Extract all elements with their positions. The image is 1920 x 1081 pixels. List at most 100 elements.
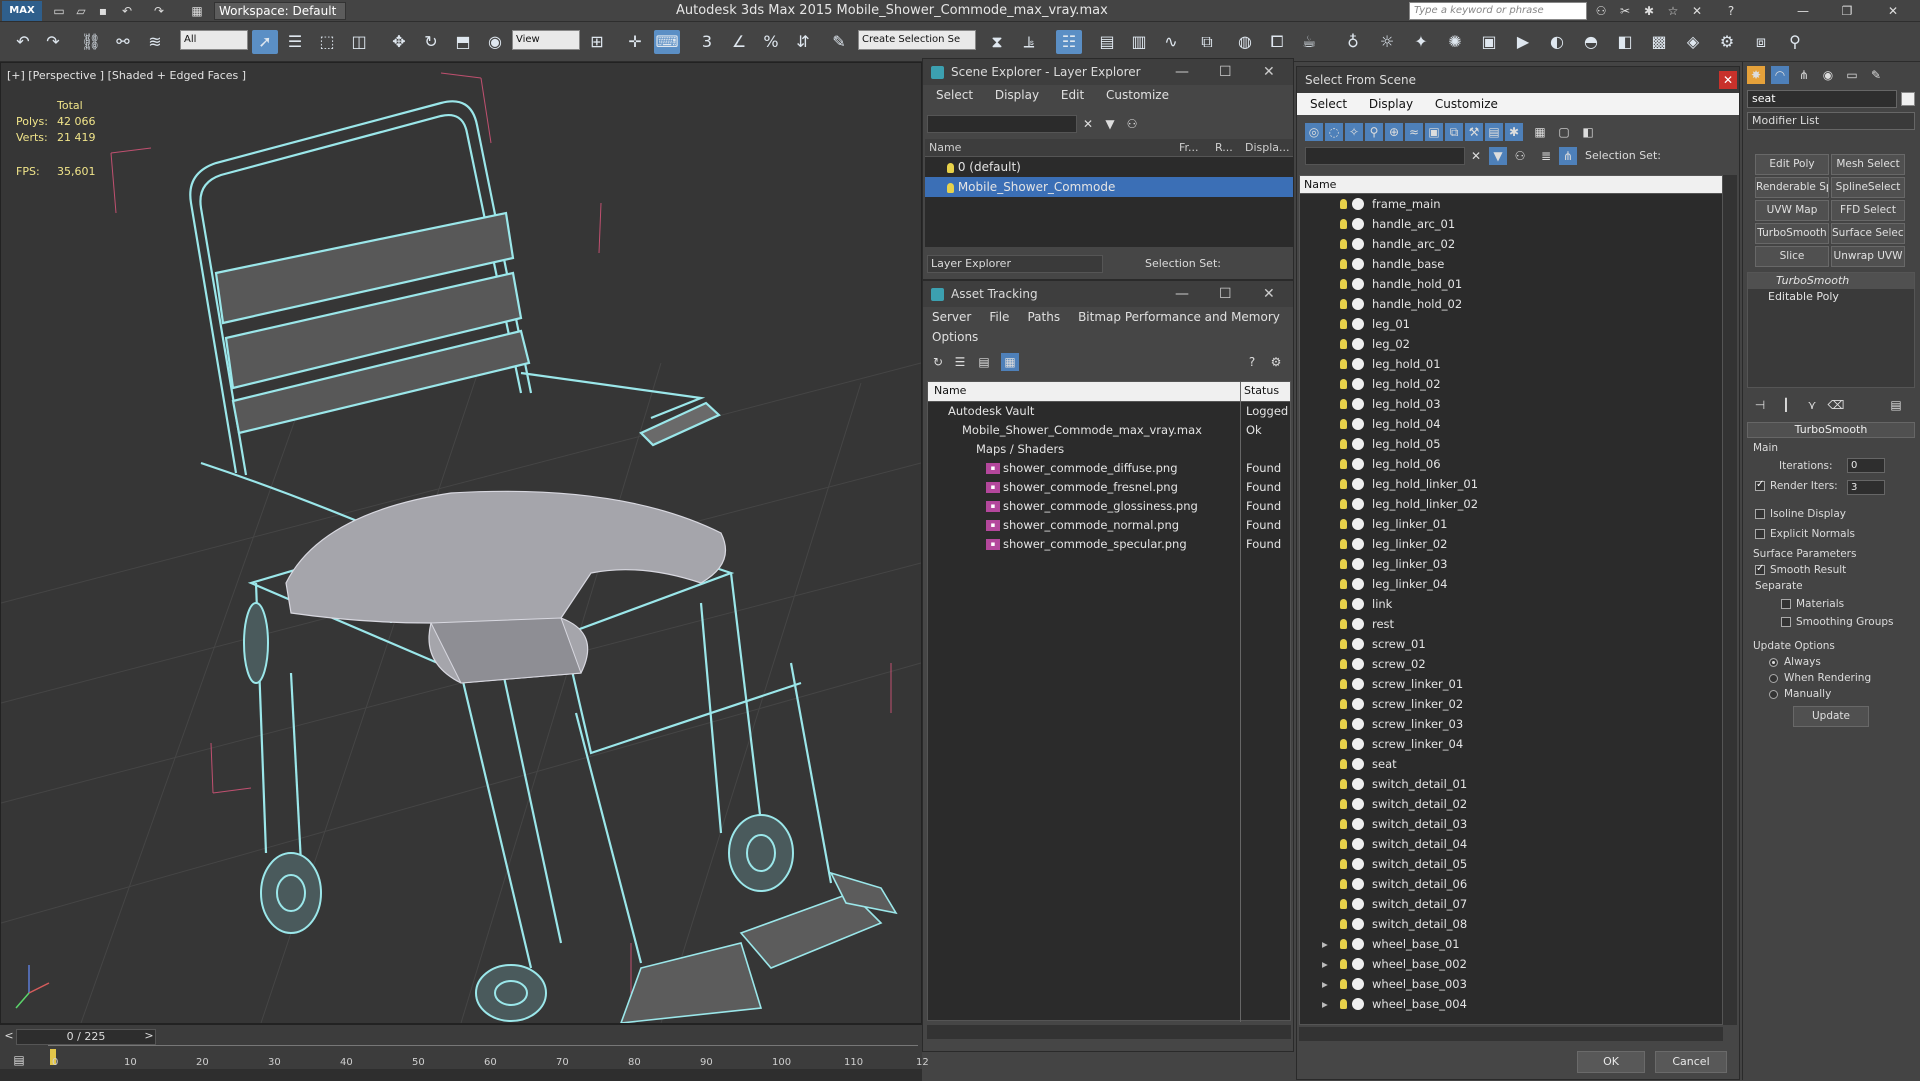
object-name-input[interactable]: seat [1747,90,1897,108]
asset-row[interactable]: ▪ shower_commode_fresnel.png Found [928,478,1290,497]
menu-paths[interactable]: Paths [1018,310,1069,324]
menu-server[interactable]: Server [923,310,980,324]
keyboard-shortcut-override-icon[interactable]: ⌨ [654,30,680,54]
select-from-scene-titlebar[interactable]: Select From Scene ✕ [1297,67,1739,93]
schematic-view-icon[interactable]: ⧉ [1194,30,1220,54]
undo-icon[interactable]: ↶ [10,30,36,54]
iterations-spinner[interactable]: 0 [1847,458,1885,473]
lightbulb-icon[interactable] [1340,479,1347,489]
select-manipulate-icon[interactable]: ✛ [622,30,648,54]
frame-counter[interactable]: 0 / 225 [16,1029,156,1045]
lightbulb-icon[interactable] [1340,859,1347,869]
vray-dome-icon[interactable]: ◓ [1578,30,1604,54]
mesh-select-button[interactable]: Mesh Select [1831,154,1905,175]
rotate-icon[interactable]: ↻ [418,30,444,54]
edit-named-selection-icon[interactable]: ✎ [826,30,852,54]
object-list-item[interactable]: switch_detail_06 [1300,874,1722,894]
object-list-item[interactable]: switch_detail_07 [1300,894,1722,914]
expand-arrow-icon[interactable]: ▸ [1322,974,1328,994]
lightbulb-icon[interactable] [1340,619,1347,629]
render-iters-checkbox[interactable] [1755,479,1765,491]
display-shapes-icon[interactable]: ◌ [1325,123,1343,141]
subscription-icon[interactable]: ✱ [1640,2,1658,20]
ok-button[interactable]: OK [1577,1051,1645,1073]
restore-icon[interactable]: ❐ [1838,2,1856,20]
layer-explorer-dropdown[interactable]: Layer Explorer [927,255,1103,273]
vray-sun-icon[interactable]: ☼ [1374,30,1400,54]
display-none-icon[interactable]: ▢ [1555,123,1573,141]
lightbulb-icon[interactable] [1340,559,1347,569]
asset-row[interactable]: ▪ shower_commode_specular.png Found [928,535,1290,554]
lightbulb-icon[interactable] [1340,539,1347,549]
lightbulb-icon[interactable] [1340,599,1347,609]
display-cameras-icon[interactable]: ⚲ [1365,123,1383,141]
cancel-button[interactable]: Cancel [1655,1051,1727,1073]
stack-item-turbosmooth[interactable]: TurboSmooth [1748,273,1914,289]
asset-row[interactable]: ▪ shower_commode_glossiness.png Found [928,497,1290,516]
lightbulb-icon[interactable] [947,182,954,193]
menu-customize[interactable]: Customize [1097,88,1178,102]
object-list-item[interactable]: handle_hold_02 [1300,294,1722,314]
edit-poly-button[interactable]: Edit Poly [1755,154,1829,175]
workspace-dropdown[interactable]: Workspace: Default [214,2,346,20]
display-helpers-icon[interactable]: ⊕ [1385,123,1403,141]
object-list-item[interactable]: handle_hold_01 [1300,274,1722,294]
lightbulb-icon[interactable] [1340,459,1347,469]
object-list-item[interactable]: leg_hold_linker_02 [1300,494,1722,514]
object-list-item[interactable]: leg_hold_04 [1300,414,1722,434]
lightbulb-icon[interactable] [1340,299,1347,309]
close-icon[interactable]: ✕ [1263,281,1275,307]
layer-row-selected[interactable]: Mobile_Shower_Commode [925,177,1293,197]
tools-icon[interactable]: ✂ [1616,2,1634,20]
list-view-icon[interactable]: ☰ [951,353,969,371]
manually-radio[interactable] [1769,689,1778,699]
snaps-toggle-icon[interactable]: 3 [694,30,720,54]
hierarchy-tab-icon[interactable]: ⋔ [1795,66,1813,84]
materials-checkbox[interactable] [1781,599,1791,609]
render-setup-icon[interactable]: ⧠ [1264,30,1290,54]
remove-modifier-icon[interactable]: ⌫ [1827,396,1845,414]
col-status[interactable]: Status [1244,382,1279,400]
select-object-icon[interactable]: ➚ [252,30,278,54]
object-list-item[interactable]: leg_02 [1300,334,1722,354]
object-list-item[interactable]: switch_detail_08 [1300,914,1722,934]
pivot-icon[interactable]: ⊞ [584,30,610,54]
spinner-snap-icon[interactable]: ⇵ [790,30,816,54]
isoline-checkbox[interactable] [1755,509,1765,519]
display-geometry-icon[interactable]: ◎ [1305,123,1323,141]
display-xrefs-icon[interactable]: ⧉ [1445,123,1463,141]
vray-frame-buffer-icon[interactable]: ⧈ [1748,30,1774,54]
exchange-icon[interactable]: ✕ [1688,2,1706,20]
mirror-icon[interactable]: ⧗ [984,30,1010,54]
renderable-spline-button[interactable]: Renderable Spline [1755,177,1829,198]
vray-plane-icon[interactable]: ◧ [1612,30,1638,54]
lightbulb-icon[interactable] [1340,579,1347,589]
find-input[interactable] [1305,147,1465,165]
explicit-normals-checkbox[interactable] [1755,529,1765,539]
scene-explorer-search-input[interactable] [927,115,1077,133]
display-tab-icon[interactable]: ▭ [1843,66,1861,84]
slice-button[interactable]: Slice [1755,246,1829,267]
menu-select[interactable]: Select [1301,97,1356,111]
help-icon[interactable]: ? [1243,353,1261,371]
vray-sphere-icon[interactable]: ◐ [1544,30,1570,54]
curve-editor-icon[interactable]: ∿ [1158,30,1184,54]
rectangular-selection-icon[interactable]: ⬚ [314,30,340,54]
update-button[interactable]: Update [1793,706,1869,727]
object-list-item[interactable]: link [1300,594,1722,614]
tree-view-icon[interactable]: ▤ [975,353,993,371]
object-list-item[interactable]: switch_detail_01 [1300,774,1722,794]
maximize-icon[interactable]: ☐ [1219,59,1232,85]
lightbulb-icon[interactable] [1340,819,1347,829]
col-name[interactable]: Name [1304,178,1336,191]
lightbulb-icon[interactable] [1340,259,1347,269]
move-icon[interactable]: ✥ [386,30,412,54]
object-list-item[interactable]: leg_hold_03 [1300,394,1722,414]
lightbulb-icon[interactable] [1340,719,1347,729]
object-list-item[interactable]: ▸ wheel_base_002 [1300,954,1722,974]
binoculars-icon[interactable]: ⚇ [1592,2,1610,20]
lightbulb-icon[interactable] [1340,419,1347,429]
angle-snap-icon[interactable]: ∠ [726,30,752,54]
object-list-item[interactable]: switch_detail_02 [1300,794,1722,814]
lightbulb-icon[interactable] [1340,679,1347,689]
